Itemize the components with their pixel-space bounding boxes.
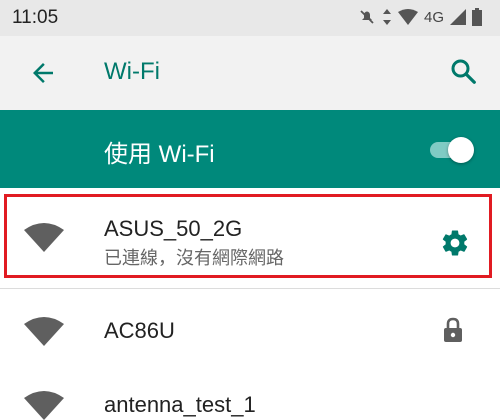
status-time: 11:05 bbox=[12, 7, 59, 28]
wifi-status-icon bbox=[397, 9, 418, 25]
network-ssid: ASUS_50_2G bbox=[104, 216, 243, 241]
page-title: Wi-Fi bbox=[104, 58, 160, 85]
status-bar: 11:05 4G bbox=[0, 0, 500, 36]
app-bar: Wi-Fi bbox=[0, 36, 500, 110]
wifi-master-toggle-row[interactable]: 使用 Wi-Fi bbox=[0, 110, 500, 188]
wifi-signal-icon bbox=[24, 223, 64, 252]
list-divider bbox=[0, 288, 500, 289]
wifi-toggle-label: 使用 Wi-Fi bbox=[104, 141, 215, 168]
do-not-disturb-icon bbox=[360, 10, 374, 24]
back-arrow-icon[interactable] bbox=[28, 58, 58, 88]
network-item-ac86u[interactable]: AC86U bbox=[0, 296, 500, 364]
network-item-asus-50-2g[interactable]: ASUS_50_2G 已連線，沒有網際網路 bbox=[0, 192, 500, 282]
network-type-label: 4G bbox=[423, 8, 444, 26]
data-arrows-icon bbox=[382, 9, 391, 25]
wifi-signal-icon bbox=[24, 317, 64, 346]
switch-thumb bbox=[448, 137, 474, 163]
network-ssid: antenna_test_1 bbox=[104, 392, 256, 417]
status-icons: 4G bbox=[358, 8, 482, 26]
gear-icon[interactable] bbox=[440, 228, 470, 258]
network-ssid: AC86U bbox=[104, 318, 175, 343]
network-item-antenna-test-1[interactable]: antenna_test_1 bbox=[0, 380, 500, 420]
lock-icon bbox=[444, 317, 462, 342]
search-icon[interactable] bbox=[448, 56, 478, 86]
network-status: 已連線，沒有網際網路 bbox=[104, 248, 284, 268]
wifi-signal-icon bbox=[24, 391, 64, 420]
cell-signal-icon bbox=[450, 9, 466, 25]
wifi-toggle-switch[interactable] bbox=[424, 136, 474, 164]
battery-icon bbox=[472, 8, 482, 26]
